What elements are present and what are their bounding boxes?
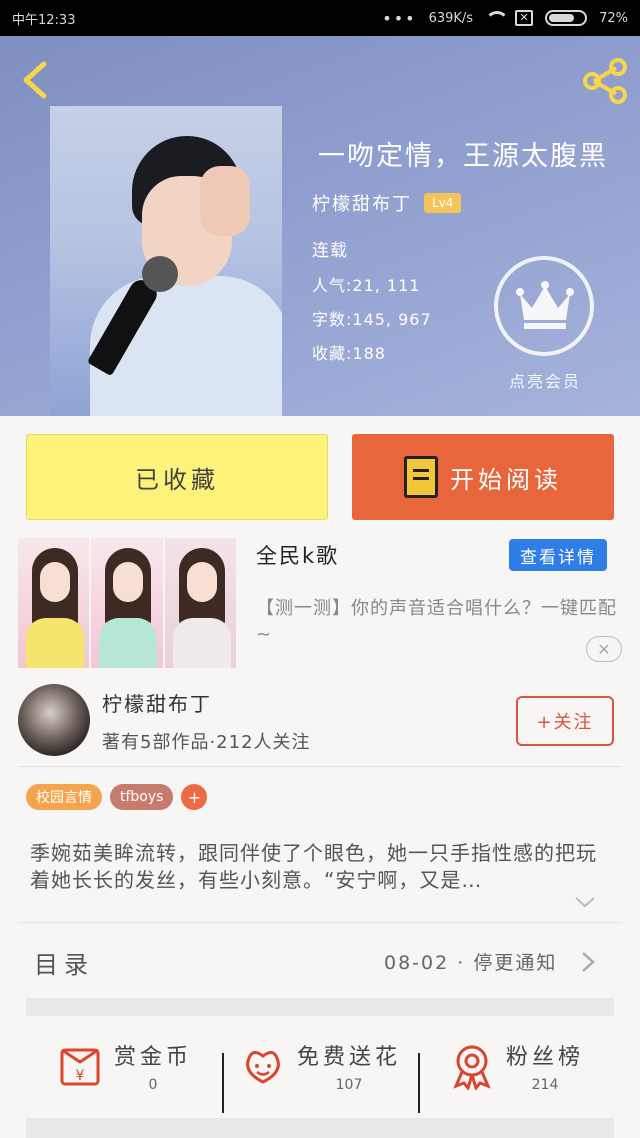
ad-image[interactable] — [18, 538, 236, 668]
word-count: 字数:145, 967 — [312, 310, 432, 329]
battery-icon — [545, 10, 588, 26]
reward-coins-label: 赏金币 — [113, 1045, 192, 1070]
send-flower-count: 107 — [335, 1077, 363, 1093]
follow-button[interactable]: +关注 — [516, 696, 614, 746]
divider — [18, 766, 622, 767]
status-bar: 中午12:33 ••• 639K/s ✕ 72% — [0, 0, 640, 36]
popularity: 人气:21, 111 — [312, 276, 421, 295]
add-tag-button[interactable]: + — [181, 784, 208, 810]
tag-tfboys[interactable]: tfboys — [110, 784, 174, 810]
collected-label: 已收藏 — [135, 465, 219, 494]
start-reading-button[interactable]: 开始阅读 — [352, 434, 614, 520]
send-flower-button[interactable]: 免费送花 107 — [222, 1039, 418, 1113]
ad-title[interactable]: 全民k歌 — [256, 540, 339, 570]
fan-ranking-label: 粉丝榜 — [505, 1045, 584, 1070]
send-flower-label: 免费送花 — [296, 1045, 401, 1070]
divider — [18, 922, 622, 923]
ad-detail-button[interactable]: 查看详情 — [509, 539, 607, 571]
vip-button[interactable] — [494, 256, 594, 356]
author-name[interactable]: 柠檬甜布丁 — [102, 688, 212, 717]
more-dots-icon: ••• — [382, 8, 417, 28]
favorite-count: 收藏:188 — [312, 344, 386, 363]
network-speed: 639K/s — [428, 10, 474, 26]
share-icon — [583, 58, 627, 104]
author-stats: 著有5部作品·212人关注 — [102, 732, 311, 753]
section-separator — [26, 998, 614, 1016]
avatar[interactable] — [18, 684, 90, 756]
battery-percent: 72% — [599, 10, 628, 26]
back-button[interactable] — [18, 60, 52, 100]
catalog-label[interactable]: 目录 — [34, 945, 94, 980]
section-separator — [26, 1118, 614, 1138]
catalog-latest[interactable]: 08-02 · 停更通知 — [384, 948, 557, 975]
tag-campus-romance[interactable]: 校园言情 — [26, 784, 102, 810]
reward-coins-button[interactable]: ¥ 赏金币 0 — [26, 1039, 222, 1093]
synopsis[interactable]: 季婉茹美眸流转，跟同伴使了个眼色，她一只手指性感的把玩着她长长的发丝，有些小刻意… — [30, 840, 610, 894]
book-title: 一吻定情，王源太腹黑 — [318, 141, 608, 172]
book-header: 一吻定情，王源太腹黑 柠檬甜布丁 Lv4 连载 人气:21, 111 字数:14… — [0, 36, 640, 416]
book-author-row: 柠檬甜布丁 Lv4 — [312, 190, 462, 216]
book-author[interactable]: 柠檬甜布丁 — [312, 190, 412, 216]
sim-off-icon: ✕ — [515, 10, 534, 26]
chevron-right-icon[interactable] — [580, 950, 596, 974]
serial-status: 连载 — [312, 241, 348, 261]
bottom-actions: ¥ 赏金币 0 免费送花 107 粉丝榜 214 — [26, 1018, 614, 1114]
ad-close-button[interactable]: ✕ — [586, 636, 622, 662]
close-icon: ✕ — [597, 639, 611, 659]
tag-list: 校园言情 tfboys + — [26, 784, 208, 810]
rosette-icon — [453, 1045, 491, 1090]
book-cover[interactable] — [50, 106, 282, 416]
svg-text:¥: ¥ — [76, 1068, 85, 1084]
coin-envelope-icon: ¥ — [60, 1048, 100, 1086]
book-icon — [404, 456, 438, 498]
crown-icon — [516, 281, 574, 329]
start-reading-label: 开始阅读 — [450, 465, 562, 494]
fan-ranking-count: 214 — [531, 1077, 559, 1093]
fan-ranking-button[interactable]: 粉丝榜 214 — [418, 1039, 614, 1113]
chevron-left-icon — [23, 61, 47, 99]
level-badge: Lv4 — [424, 193, 462, 213]
wifi-icon — [485, 11, 510, 25]
flower-icon — [246, 1051, 280, 1084]
chevron-down-icon[interactable] — [574, 894, 596, 910]
reward-coins-count: 0 — [148, 1077, 158, 1093]
ad-description[interactable]: 【测一测】你的声音适合唱什么？一键匹配~ — [256, 596, 618, 648]
vip-label: 点亮会员 — [508, 372, 581, 391]
share-button[interactable] — [580, 56, 630, 106]
collected-button[interactable]: 已收藏 — [26, 434, 328, 520]
status-time: 中午12:33 — [12, 12, 76, 28]
